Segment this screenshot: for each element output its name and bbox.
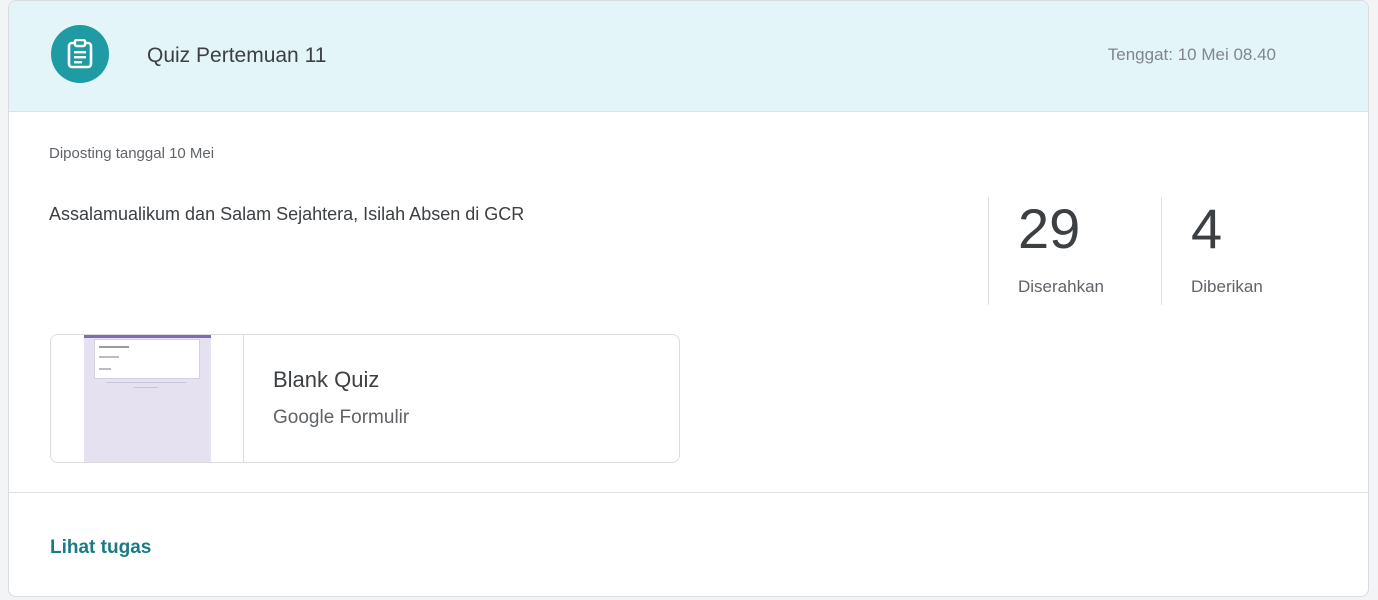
- assigned-label: Diberikan: [1191, 277, 1263, 296]
- submitted-stat[interactable]: 29 Diserahkan: [988, 197, 1161, 305]
- form-preview-bar: [84, 335, 211, 338]
- assignment-icon: [51, 25, 109, 83]
- form-preview-question: [94, 339, 200, 379]
- due-date: Tenggat: 10 Mei 08.40: [1107, 45, 1276, 64]
- form-preview: [84, 335, 211, 462]
- attachment-type: Google Formulir: [273, 407, 410, 428]
- submitted-count: 29: [1018, 197, 1081, 260]
- assignment-card: Quiz Pertemuan 11 Tenggat: 10 Mei 08.40 …: [8, 0, 1369, 597]
- attachment-title: Blank Quiz: [273, 367, 380, 392]
- view-assignment-link[interactable]: Lihat tugas: [50, 537, 151, 559]
- posted-date: Diposting tanggal 10 Mei: [49, 145, 215, 162]
- assignment-header[interactable]: Quiz Pertemuan 11 Tenggat: 10 Mei 08.40: [9, 1, 1368, 112]
- assigned-count: 4: [1191, 197, 1223, 260]
- assigned-stat[interactable]: 4 Diberikan: [1161, 197, 1311, 305]
- footer-divider: [9, 492, 1368, 493]
- attachment-card[interactable]: Blank Quiz Google Formulir: [50, 334, 680, 463]
- submitted-label: Diserahkan: [1018, 277, 1104, 296]
- assignment-title[interactable]: Quiz Pertemuan 11: [147, 44, 326, 68]
- assignment-description: Assalamualikum dan Salam Sejahtera, Isil…: [49, 204, 525, 224]
- attachment-thumbnail: [51, 335, 244, 462]
